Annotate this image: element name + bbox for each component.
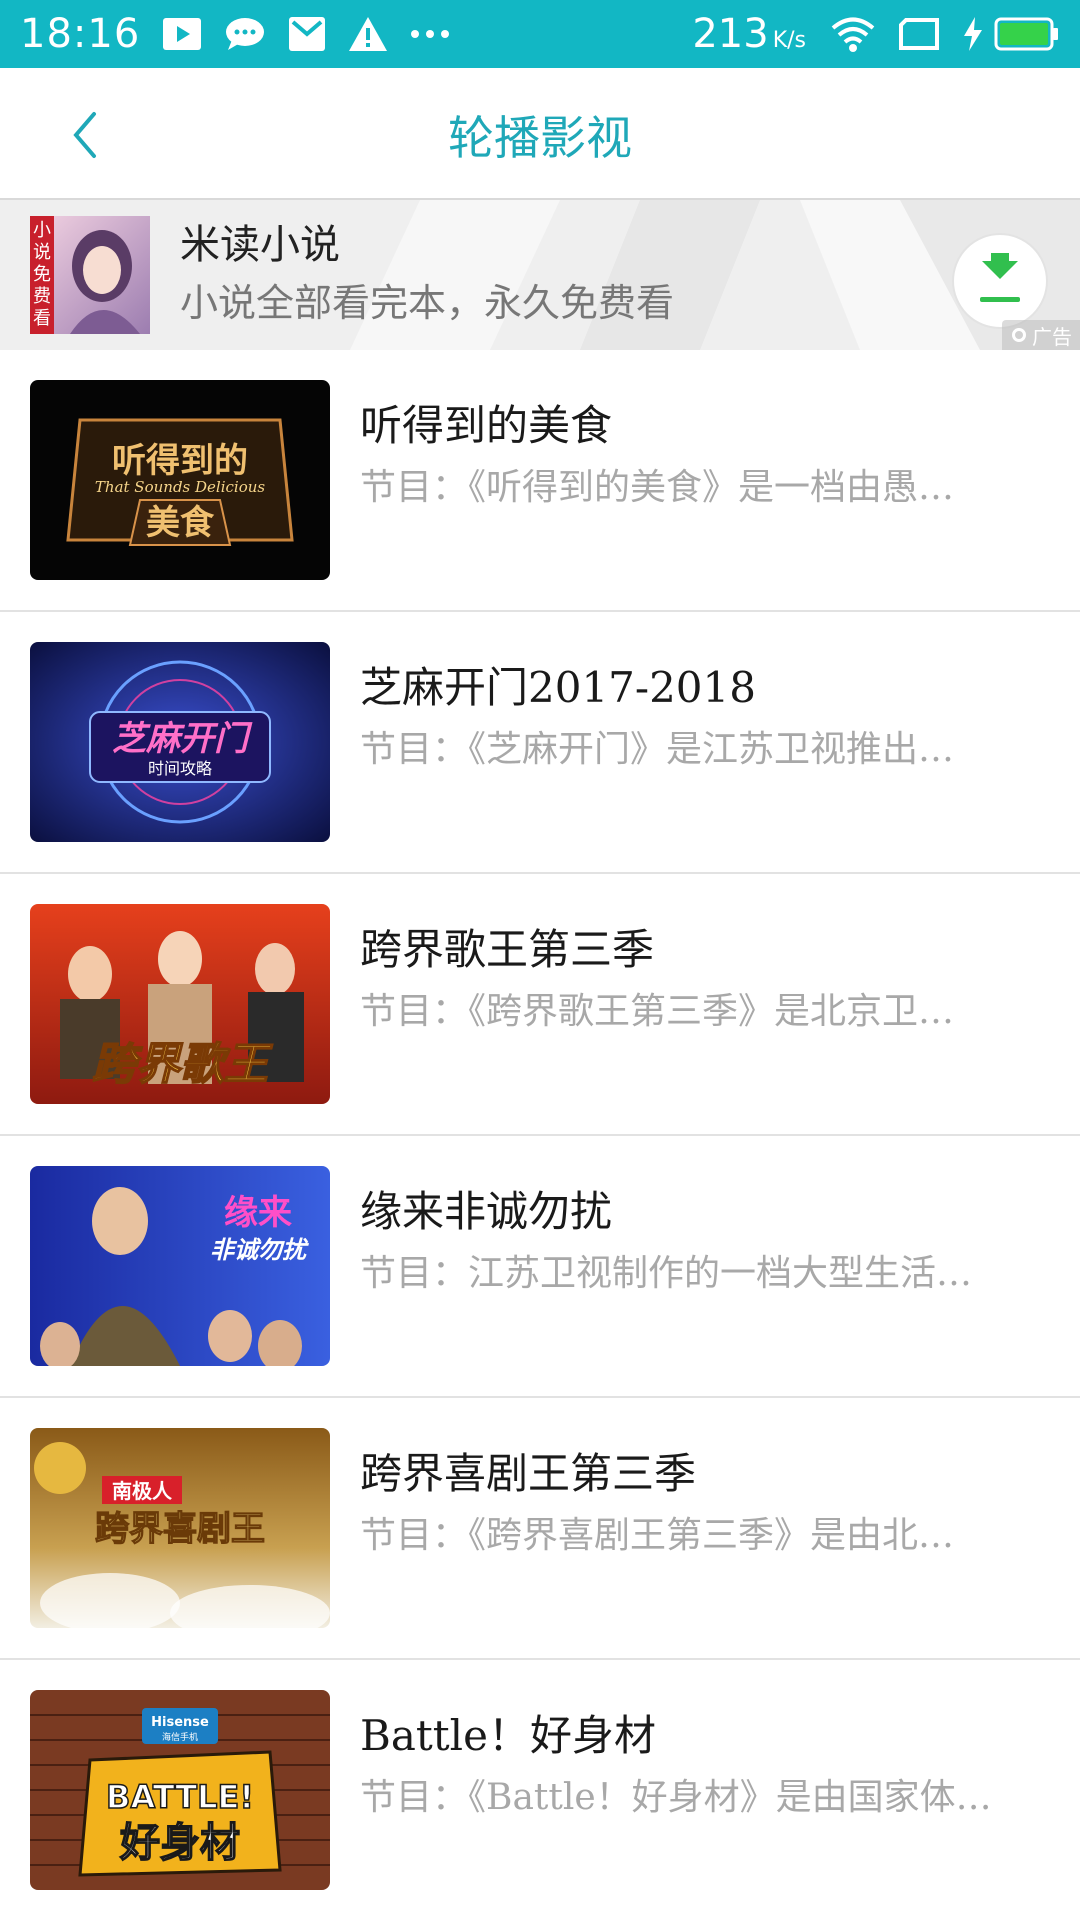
thumb-text: That Sounds Delicious <box>95 478 265 496</box>
program-description: 节目：《听得到的美食》是一档由愚… <box>360 467 955 508</box>
ad-thumb-char: 费 <box>33 286 51 307</box>
program-description: 节目：《跨界喜剧王第三季》是由北… <box>360 1515 955 1556</box>
thumb-text: 海信手机 <box>162 1731 198 1743</box>
program-list: 听得到的 That Sounds Delicious 美食 听得到的美食 节目：… <box>0 350 1080 1922</box>
program-thumbnail: 缘来 非诚勿扰 <box>30 1166 330 1366</box>
thumb-text: 南极人 <box>112 1479 173 1503</box>
list-item[interactable]: 南极人 跨界喜剧王 跨界喜剧王第三季 节目：《跨界喜剧王第三季》是由北… <box>0 1398 1080 1660</box>
app-header: 轮播影视 <box>0 68 1080 200</box>
program-description: 节目：江苏卫视制作的一档大型生活… <box>360 1253 973 1294</box>
ad-label: 广告 <box>1002 320 1080 350</box>
program-description: 节目：《芝麻开门》是江苏卫视推出… <box>360 729 955 770</box>
download-button[interactable] <box>952 233 1048 329</box>
thumb-text: 芝麻开门 <box>112 719 253 759</box>
list-item[interactable]: 芝麻开门 时间攻略 芝麻开门2017-2018 节目：《芝麻开门》是江苏卫视推出… <box>0 612 1080 874</box>
program-thumbnail: 芝麻开门 时间攻略 <box>30 642 330 842</box>
thumb-text: 缘来 <box>224 1193 292 1233</box>
download-icon <box>980 253 1020 302</box>
list-item[interactable]: Hisense 海信手机 BATTLE! 好身材 Battle！好身材 节目：《… <box>0 1660 1080 1922</box>
network-speed: 213 K/s <box>692 11 806 57</box>
program-description: 节目：《跨界歌王第三季》是北京卫… <box>360 991 955 1032</box>
more-icon <box>410 29 450 39</box>
program-thumbnail: 南极人 跨界喜剧王 <box>30 1428 330 1628</box>
ad-label-text: 广告 <box>1032 324 1072 349</box>
ad-thumb-char: 免 <box>33 264 51 285</box>
screen-icon <box>898 17 940 51</box>
wifi-icon <box>830 15 876 53</box>
thumb-text: 美食 <box>146 503 215 543</box>
mail-icon <box>288 16 326 52</box>
ad-thumb-char: 小 <box>33 220 51 241</box>
program-title: 芝麻开门2017-2018 <box>360 663 756 712</box>
list-item[interactable]: 缘来 非诚勿扰 缘来非诚勿扰 节目：江苏卫视制作的一档大型生活… <box>0 1136 1080 1398</box>
charging-icon <box>962 16 984 52</box>
list-item[interactable]: 听得到的 That Sounds Delicious 美食 听得到的美食 节目：… <box>0 350 1080 612</box>
network-speed-value: 213 <box>692 11 769 57</box>
ad-subtitle: 小说全部看完本，永久免费看 <box>180 281 675 325</box>
program-thumbnail: 跨界歌王 <box>30 904 330 1104</box>
warning-icon <box>348 16 388 52</box>
thumb-text: Hisense <box>151 1715 209 1730</box>
thumb-text: 听得到的 <box>112 441 248 481</box>
status-bar: 18:16 213 K/s <box>0 0 1080 68</box>
list-item[interactable]: 跨界歌王 跨界歌王第三季 节目：《跨界歌王第三季》是北京卫… <box>0 874 1080 1136</box>
clock: 18:16 <box>20 11 141 57</box>
program-title: 跨界喜剧王第三季 <box>360 1449 697 1498</box>
thumb-text: 跨界喜剧王 <box>95 1509 265 1549</box>
chat-icon <box>224 16 266 52</box>
program-title: 缘来非诚勿扰 <box>360 1187 613 1236</box>
program-title: 跨界歌王第三季 <box>360 925 655 974</box>
ad-icon <box>1012 328 1026 342</box>
thumb-text: BATTLE! <box>106 1778 254 1816</box>
ad-app-thumbnail: 小 说 免 费 看 <box>30 216 150 334</box>
program-title: 听得到的美食 <box>360 401 613 450</box>
thumb-text: 时间攻略 <box>148 759 212 778</box>
ad-banner[interactable]: 小 说 免 费 看 米读小说 小说全部看完本，永久免费看 广告 <box>0 200 1080 350</box>
network-speed-unit: K/s <box>772 28 806 53</box>
video-icon <box>162 17 202 51</box>
thumb-text: 好身材 <box>119 1820 240 1866</box>
ad-title: 米读小说 <box>180 222 340 268</box>
ad-thumb-char: 说 <box>33 242 51 263</box>
thumb-text: 跨界歌王 <box>92 1039 273 1090</box>
ad-thumb-char: 看 <box>33 308 51 329</box>
program-description: 节目：《Battle！好身材》是由国家体… <box>360 1777 992 1818</box>
battery-icon <box>994 17 1060 51</box>
program-thumbnail: 听得到的 That Sounds Delicious 美食 <box>30 380 330 580</box>
thumb-text: 非诚勿扰 <box>210 1235 309 1264</box>
program-title: Battle！好身材 <box>360 1711 656 1760</box>
program-thumbnail: Hisense 海信手机 BATTLE! 好身材 <box>30 1690 330 1890</box>
page-title: 轮播影视 <box>448 111 632 165</box>
